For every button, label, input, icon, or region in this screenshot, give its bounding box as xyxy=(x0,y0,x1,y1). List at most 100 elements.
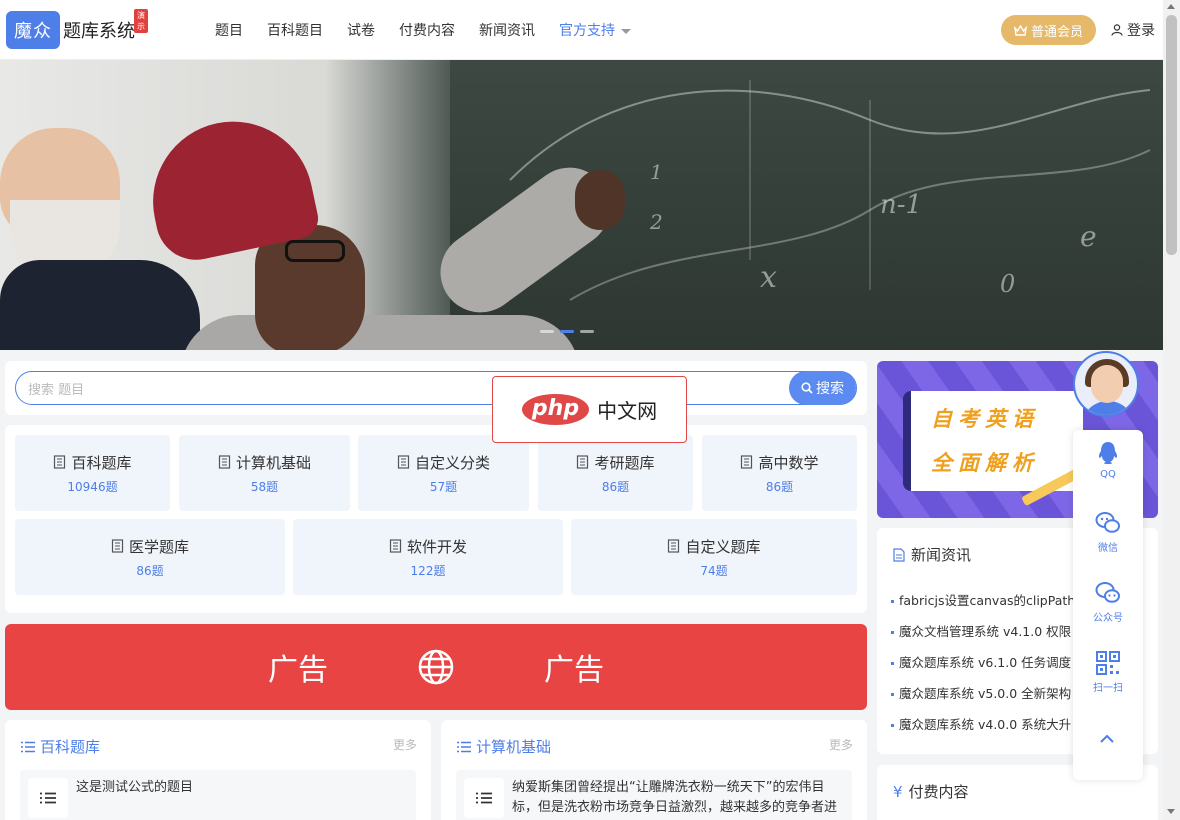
nav-item-paid-content[interactable]: 付费内容 xyxy=(399,20,455,40)
news-item-text: 魔众题库系统 v4.0.0 系统大升 xyxy=(899,717,1072,732)
category-card[interactable]: 百科题库 10946题 xyxy=(15,435,170,511)
more-link[interactable]: 更多 xyxy=(393,736,417,753)
promo-line-2: 全面解析 xyxy=(931,451,1039,475)
scan-button[interactable]: 扫一扫 xyxy=(1073,650,1143,694)
category-card[interactable]: 计算机基础 58题 xyxy=(179,435,350,511)
carousel-dot[interactable] xyxy=(540,330,554,333)
news-item[interactable]: 魔众题库系统 v5.0.0 全新架构 xyxy=(891,683,1071,702)
news-item-text: 魔众题库系统 v5.0.0 全新架构 xyxy=(899,686,1072,701)
category-name: 医学题库 xyxy=(128,537,189,556)
login-label: 登录 xyxy=(1127,23,1155,39)
news-item[interactable]: 魔众题库系统 v4.0.0 系统大升 xyxy=(891,714,1071,733)
category-count: 10946题 xyxy=(67,479,118,494)
news-item[interactable]: fabricjs设置canvas的clipPath后 xyxy=(891,590,1088,609)
ad-text-left: 广告 xyxy=(268,653,328,688)
carousel-dot[interactable] xyxy=(580,330,594,333)
wechat-icon xyxy=(1095,512,1120,533)
glasses xyxy=(285,240,345,262)
teacher-body xyxy=(0,260,200,350)
document-icon xyxy=(893,547,905,562)
official-account-label: 公众号 xyxy=(1093,613,1123,624)
carousel-dot-active[interactable] xyxy=(560,330,574,333)
category-count: 86题 xyxy=(601,479,630,494)
site-logo[interactable]: 魔众 题库系统 演示 xyxy=(6,9,148,49)
avatar-face xyxy=(1091,365,1123,403)
wechat-button[interactable]: 微信 xyxy=(1073,510,1143,554)
php-logo: php xyxy=(521,394,590,425)
paid-content-label: 付费内容 xyxy=(908,783,969,801)
list-icon xyxy=(40,792,56,804)
customer-service-avatar[interactable] xyxy=(1073,351,1139,417)
floating-service-bar: QQ 微信 公众号 扫一扫 xyxy=(1073,430,1143,780)
crown-icon xyxy=(1013,24,1027,36)
category-name: 自定义题库 xyxy=(685,537,761,556)
top-header: 魔众 题库系统 演示 题目 百科题目 试卷 付费内容 新闻资讯 官方支持 普通会… xyxy=(0,0,1163,60)
qq-label: QQ xyxy=(1100,469,1116,480)
list-title: 百科题库 xyxy=(21,736,100,757)
news-item[interactable]: 魔众文档管理系统 v4.1.0 权限 xyxy=(891,621,1071,640)
book-icon xyxy=(218,455,231,469)
list-icon xyxy=(476,792,492,804)
category-card[interactable]: 医学题库 86题 xyxy=(15,519,285,595)
list-card-computer: 计算机基础 更多 纳爱斯集团曾经提出“让雕牌洗衣粉一统天下”的宏伟目标，但是洗衣… xyxy=(441,720,867,820)
ad-banner[interactable]: 广告 广告 xyxy=(5,624,867,710)
demo-badge: 演示 xyxy=(134,9,148,33)
list-title: 计算机基础 xyxy=(457,736,551,757)
nav-item-official-support-label: 官方支持 xyxy=(559,23,615,39)
list-item[interactable]: 这是测试公式的题目 xyxy=(20,770,416,820)
book-icon xyxy=(389,539,402,553)
category-card[interactable]: 软件开发 122题 xyxy=(293,519,563,595)
more-link[interactable]: 更多 xyxy=(829,736,853,753)
category-count: 58题 xyxy=(250,479,279,494)
promo-line-1: 自考英语 xyxy=(931,407,1039,431)
category-count: 57题 xyxy=(429,479,458,494)
nav-item-official-support[interactable]: 官方支持 xyxy=(559,20,631,40)
list-item-text: 这是测试公式的题目 xyxy=(76,780,194,795)
list-item-icon-box xyxy=(464,778,504,818)
category-count: 86题 xyxy=(136,563,164,578)
vip-member-button[interactable]: 普通会员 xyxy=(1001,15,1096,45)
avatar-body xyxy=(1081,401,1135,415)
globe-icon xyxy=(418,649,454,685)
chevron-down-icon xyxy=(621,28,631,34)
bullet xyxy=(891,662,894,665)
bullet xyxy=(891,693,894,696)
search-input[interactable]: 搜索 题目 搜索 xyxy=(15,371,857,405)
category-name: 自定义分类 xyxy=(414,453,490,472)
list-icon xyxy=(457,741,471,752)
news-title: 新闻资讯 xyxy=(893,544,971,565)
nav-item-news[interactable]: 新闻资讯 xyxy=(479,20,535,40)
nav-item-wiki-questions[interactable]: 百科题目 xyxy=(267,20,323,40)
scroll-thumb[interactable] xyxy=(1166,15,1177,255)
scroll-up-arrow[interactable] xyxy=(1167,4,1175,9)
category-count: 122题 xyxy=(410,563,446,578)
list-item[interactable]: 纳爱斯集团曾经提出“让雕牌洗衣粉一统天下”的宏伟目标，但是洗衣粉市场竞争日益激烈… xyxy=(456,770,852,820)
list-item-icon-box xyxy=(28,778,68,818)
category-name: 软件开发 xyxy=(406,537,467,556)
category-card[interactable]: 考研题库 86题 xyxy=(538,435,693,511)
list-title-label: 百科题库 xyxy=(40,738,101,756)
nav-item-papers[interactable]: 试卷 xyxy=(347,20,375,40)
nav-item-questions[interactable]: 题目 xyxy=(215,20,243,40)
carousel-dots xyxy=(540,330,600,333)
category-card[interactable]: 自定义分类 57题 xyxy=(358,435,529,511)
login-link[interactable]: 登录 xyxy=(1111,20,1155,40)
scroll-down-arrow[interactable] xyxy=(1167,809,1175,814)
book-icon xyxy=(397,455,410,469)
back-to-top-icon[interactable] xyxy=(1100,732,1114,746)
qq-button[interactable]: QQ xyxy=(1073,440,1143,480)
category-card[interactable]: 高中数学 86题 xyxy=(702,435,857,511)
category-name: 高中数学 xyxy=(758,453,819,472)
list-icon xyxy=(21,741,35,752)
search-icon xyxy=(801,382,813,394)
category-name: 百科题库 xyxy=(71,453,132,472)
list-item-text: 纳爱斯集团曾经提出“让雕牌洗衣粉一统天下”的宏伟目标，但是洗衣粉市场竞争日益激烈… xyxy=(512,780,838,815)
search-button[interactable]: 搜索 xyxy=(789,371,856,405)
hero-banner[interactable]: n-1 1 2 x 0 e xyxy=(0,60,1163,350)
news-item[interactable]: 魔众题库系统 v6.1.0 任务调度 xyxy=(891,652,1071,671)
page-scrollbar[interactable] xyxy=(1163,0,1180,820)
category-card[interactable]: 自定义题库 74题 xyxy=(571,519,857,595)
category-count: 86题 xyxy=(765,479,794,494)
official-account-button[interactable]: 公众号 xyxy=(1073,580,1143,624)
list-card-wiki: 百科题库 更多 这是测试公式的题目 xyxy=(5,720,431,820)
